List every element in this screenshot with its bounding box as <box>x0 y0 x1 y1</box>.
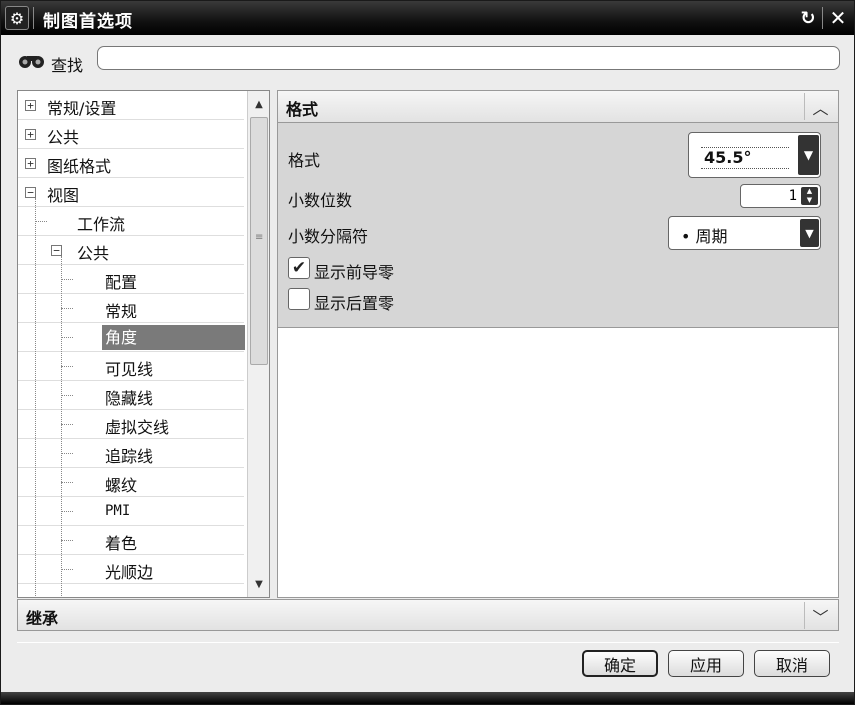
tree-item-label: 工作流 <box>77 215 126 234</box>
tree-scrollbar[interactable]: ▲ ≡ ▼ <box>247 91 269 597</box>
button-divider <box>17 642 839 643</box>
tree-item-label: 公共 <box>47 128 80 147</box>
close-icon[interactable]: ✕ <box>826 6 850 30</box>
search-input[interactable] <box>97 46 840 70</box>
expand-icon[interactable]: + <box>25 129 36 140</box>
tree-connector <box>61 308 73 309</box>
tree-item-label: 视图 <box>47 186 80 205</box>
title-bar: ⚙ 制图首选项 ↻ ✕ <box>1 1 854 35</box>
tree-connector <box>61 395 73 396</box>
format-dropdown[interactable]: 45.5° ▼ <box>688 132 821 178</box>
ok-button[interactable]: 确定 <box>582 650 658 677</box>
tree-connector <box>61 279 73 280</box>
tree-item-label: 光顺边 <box>105 563 154 582</box>
tree-item-label: 角度 <box>102 325 245 350</box>
chevron-up-icon[interactable]: ︿ <box>804 93 836 120</box>
scroll-thumb[interactable]: ≡ <box>250 117 268 365</box>
leading-zero-label: 显示前导零 <box>314 263 395 282</box>
tree-item-label: 着色 <box>105 534 138 553</box>
format-section-body: 格式 45.5° ▼ 小数位数 ▲▼ 小数分隔符 • 周期 ▼ ✔ 显示前导零 … <box>277 122 839 328</box>
tree-item-label: 配置 <box>105 273 138 292</box>
decimals-label: 小数位数 <box>288 191 353 210</box>
decimals-stepper[interactable]: ▲▼ <box>740 184 821 208</box>
scroll-down-icon[interactable]: ▼ <box>250 575 268 593</box>
expand-icon[interactable]: + <box>25 100 36 111</box>
tree-item-label: 公共 <box>77 244 110 263</box>
separator-value: • 周期 <box>681 227 728 246</box>
chevron-down-icon[interactable]: ﹀ <box>804 602 836 629</box>
tree-connector <box>35 198 36 597</box>
tree-connector <box>61 366 73 367</box>
inherit-section-header[interactable]: 继承 ﹀ <box>17 599 839 631</box>
collapse-icon[interactable]: − <box>25 187 36 198</box>
tree-connector <box>61 569 73 570</box>
spin-arrows-icon[interactable]: ▲ ▼ <box>801 187 818 205</box>
tree-item[interactable]: + 公共 <box>18 120 244 149</box>
tree-item-label: 常规/设置 <box>47 99 117 118</box>
tree-connector <box>61 453 73 454</box>
tree-connector <box>61 337 73 338</box>
tree-item[interactable]: 常规 <box>18 294 244 323</box>
tree-item-label: 图纸格式 <box>47 157 112 176</box>
tree-item-label: 虚拟交线 <box>105 418 170 437</box>
tree-item[interactable]: 追踪线 <box>18 439 244 468</box>
tree-item[interactable]: − 视图 <box>18 178 244 207</box>
tree-connector <box>61 256 62 597</box>
title-separator <box>33 7 34 29</box>
tree-connector <box>61 511 73 512</box>
trailing-zero-checkbox[interactable] <box>288 288 310 310</box>
window-bottom-border <box>1 692 854 704</box>
gear-icon[interactable]: ⚙ <box>5 6 29 30</box>
decimals-input[interactable] <box>745 187 797 205</box>
tree-item[interactable]: 配置 <box>18 265 244 294</box>
tree-item-label: 追踪线 <box>105 447 154 466</box>
tree-connector <box>61 540 73 541</box>
drafting-preferences-dialog: ⚙ 制图首选项 ↻ ✕ 查找 + 常规/设置 + 公共 + 图纸格式 − 视图 工作流 − 公共 配置… <box>0 0 855 705</box>
tree-item-label: 螺纹 <box>105 476 138 495</box>
reset-icon[interactable]: ↻ <box>796 6 820 30</box>
format-section-title: 格式 <box>286 100 319 119</box>
separator-dropdown[interactable]: • 周期 ▼ <box>668 216 821 250</box>
title-separator <box>822 7 823 29</box>
tree-item-label: PMI <box>105 503 131 519</box>
tree-item[interactable]: PMI <box>18 497 244 526</box>
preferences-tree: + 常规/设置 + 公共 + 图纸格式 − 视图 工作流 − 公共 配置 常规 角度 可见线 隐藏线 虚拟交线追… <box>17 90 270 598</box>
scroll-up-icon[interactable]: ▲ <box>250 95 268 113</box>
tree-connector <box>35 221 47 222</box>
tree-item[interactable]: 角度 <box>18 323 245 352</box>
tree-item[interactable]: 光顺边 <box>18 555 244 584</box>
format-section-header[interactable]: 格式 ︿ <box>277 90 839 122</box>
tree-item[interactable]: − 公共 <box>18 236 244 265</box>
collapse-icon[interactable]: − <box>51 245 62 256</box>
leading-zero-checkbox[interactable]: ✔ <box>288 257 310 279</box>
chevron-down-icon[interactable]: ▼ <box>798 135 819 175</box>
format-value: 45.5° <box>701 147 789 169</box>
grip-icon: ≡ <box>255 232 264 243</box>
tree-item-label: 隐藏线 <box>105 389 154 408</box>
tree-item-label: 可见线 <box>105 360 154 379</box>
tree-item[interactable]: + 常规/设置 <box>18 91 244 120</box>
inherit-section-title: 继承 <box>26 609 59 628</box>
tree-item[interactable]: 虚拟交线 <box>18 410 244 439</box>
tree-item[interactable]: 隐藏线 <box>18 381 244 410</box>
trailing-zero-label: 显示后置零 <box>314 294 395 313</box>
binoculars-icon <box>19 56 44 68</box>
tree-item-label: 常规 <box>105 302 138 321</box>
format-panel-empty-area <box>277 328 839 598</box>
tree-item[interactable]: + 图纸格式 <box>18 149 244 178</box>
format-label: 格式 <box>288 151 321 170</box>
tree-connector <box>61 482 73 483</box>
tree-item[interactable]: 螺纹 <box>18 468 244 497</box>
chevron-down-icon[interactable]: ▼ <box>800 219 819 247</box>
separator-label: 小数分隔符 <box>288 227 369 246</box>
dialog-title: 制图首选项 <box>43 12 133 32</box>
apply-button[interactable]: 应用 <box>668 650 744 677</box>
tree-item[interactable]: 可见线 <box>18 352 244 381</box>
tree-item[interactable]: 工作流 <box>18 207 244 236</box>
search-label: 查找 <box>51 56 84 75</box>
tree-connector <box>61 424 73 425</box>
tree-item[interactable]: 着色 <box>18 526 244 555</box>
cancel-button[interactable]: 取消 <box>754 650 830 677</box>
expand-icon[interactable]: + <box>25 158 36 169</box>
